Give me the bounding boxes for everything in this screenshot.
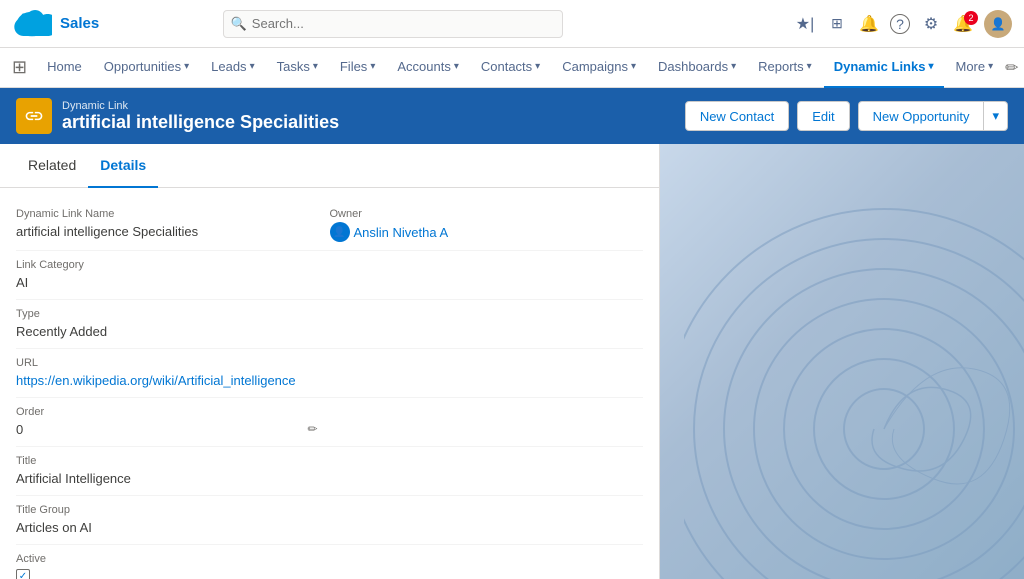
field-value-dynamic-link-name: artificial intelligence Specialities ✏ — [16, 222, 322, 240]
record-header-left: Dynamic Link artificial intelligence Spe… — [16, 98, 339, 134]
new-opportunity-button[interactable]: New Opportunity — [858, 101, 984, 131]
new-contact-button[interactable]: New Contact — [685, 101, 789, 131]
field-label-dynamic-link-name: Dynamic Link Name — [16, 208, 322, 220]
field-value-title-group: Articles on AI ✏ — [16, 518, 322, 536]
chevron-down-icon: ▾ — [535, 61, 540, 72]
notification-count: 2 — [964, 11, 978, 25]
search-input[interactable] — [223, 10, 563, 38]
field-empty-2 — [330, 300, 644, 348]
nav-item-tasks[interactable]: Tasks ▾ — [267, 48, 328, 88]
nav-item-reports[interactable]: Reports ▾ — [748, 48, 822, 88]
field-order: Order 0 ✏ — [16, 398, 330, 446]
search-bar: 🔍 — [223, 10, 563, 38]
field-value-active: ✓ ✏ — [16, 567, 635, 579]
navigation-bar: ⊞ Home Opportunities ▾ Leads ▾ Tasks ▾ F… — [0, 48, 1024, 88]
favorites-icon[interactable]: ★| — [794, 13, 816, 35]
field-active: Active ✓ ✏ — [16, 545, 643, 579]
field-value-link-category: AI ✏ — [16, 273, 322, 291]
tabs-bar: Related Details — [0, 144, 659, 188]
fields-container: Dynamic Link Name artificial intelligenc… — [0, 188, 659, 579]
field-url: URL https://en.wikipedia.org/wiki/Artifi… — [16, 349, 643, 397]
field-label-type: Type — [16, 308, 322, 320]
owner-link[interactable]: Anslin Nivetha A — [354, 225, 449, 240]
edit-icon[interactable]: ✏ — [307, 422, 317, 436]
new-opportunity-dropdown-button[interactable]: ▾ — [983, 101, 1008, 131]
main-content: Related Details Dynamic Link Name artifi… — [0, 144, 1024, 579]
user-avatar-icon[interactable]: 👤 — [984, 10, 1012, 38]
field-value-url: https://en.wikipedia.org/wiki/Artificial… — [16, 371, 635, 389]
chevron-down-icon: ▾ — [250, 61, 255, 72]
nav-item-accounts[interactable]: Accounts ▾ — [387, 48, 469, 88]
field-label-url: URL — [16, 357, 635, 369]
bell-icon[interactable]: 🔔 — [858, 13, 880, 35]
detail-panel: Related Details Dynamic Link Name artifi… — [0, 144, 660, 579]
field-link-category: Link Category AI ✏ — [16, 251, 330, 299]
field-owner: Owner 👤 Anslin Nivetha A — [330, 200, 644, 250]
record-header: Dynamic Link artificial intelligence Spe… — [0, 88, 1024, 144]
nav-item-dynamic-links[interactable]: Dynamic Links ▾ — [824, 48, 944, 88]
field-value-owner: 👤 Anslin Nivetha A — [330, 222, 636, 242]
record-meta: Dynamic Link artificial intelligence Spe… — [62, 100, 339, 133]
help-icon[interactable]: ? — [890, 14, 910, 34]
record-icon — [16, 98, 52, 134]
grid-icon[interactable]: ⊞ — [12, 57, 27, 78]
top-navigation-bar: Sales 🔍 ★| ⊞ 🔔 ? ⚙ 🔔 2 👤 — [0, 0, 1024, 48]
top-icons-group: ★| ⊞ 🔔 ? ⚙ 🔔 2 👤 — [794, 10, 1012, 38]
side-panel — [660, 144, 1024, 579]
fields-grid: Dynamic Link Name artificial intelligenc… — [16, 200, 643, 579]
field-title: Title Artificial Intelligence ✏ — [16, 447, 330, 495]
active-checkbox[interactable]: ✓ — [16, 569, 30, 579]
field-empty-4 — [330, 447, 644, 495]
field-dynamic-link-name: Dynamic Link Name artificial intelligenc… — [16, 200, 330, 250]
field-empty-5 — [330, 496, 644, 544]
record-object-type: Dynamic Link — [62, 100, 339, 112]
waffle-icon[interactable]: ⊞ — [826, 13, 848, 35]
chevron-down-icon: ▾ — [631, 61, 636, 72]
nav-item-opportunities[interactable]: Opportunities ▾ — [94, 48, 199, 88]
field-value-type: Recently Added ✏ — [16, 322, 322, 340]
decorative-swirl — [684, 179, 1024, 579]
field-type: Type Recently Added ✏ — [16, 300, 330, 348]
chevron-down-icon: ▾ — [454, 61, 459, 72]
nav-item-contacts[interactable]: Contacts ▾ — [471, 48, 550, 88]
nav-item-more[interactable]: More ▾ — [946, 48, 1004, 88]
url-link[interactable]: https://en.wikipedia.org/wiki/Artificial… — [16, 373, 296, 388]
nav-item-leads[interactable]: Leads ▾ — [201, 48, 264, 88]
field-empty-1 — [330, 251, 644, 299]
field-value-order: 0 ✏ — [16, 420, 322, 438]
app-name: Sales — [60, 15, 99, 32]
tab-details[interactable]: Details — [88, 144, 158, 188]
tab-related[interactable]: Related — [16, 144, 88, 188]
nav-item-dashboards[interactable]: Dashboards ▾ — [648, 48, 746, 88]
edit-nav-icon[interactable]: ✏ — [1005, 58, 1018, 78]
field-label-owner: Owner — [330, 208, 636, 220]
chevron-down-icon: ▾ — [184, 61, 189, 72]
owner-avatar: 👤 — [330, 222, 350, 242]
field-label-title: Title — [16, 455, 322, 467]
field-label-title-group: Title Group — [16, 504, 322, 516]
chevron-down-icon: ▾ — [731, 61, 736, 72]
setup-icon[interactable]: ⚙ — [920, 13, 942, 35]
chevron-down-icon: ▾ — [370, 61, 375, 72]
notifications-badge-icon[interactable]: 🔔 2 — [952, 13, 974, 35]
field-value-title: Artificial Intelligence ✏ — [16, 469, 322, 487]
nav-item-home[interactable]: Home — [37, 48, 92, 88]
record-header-right: New Contact Edit New Opportunity ▾ — [685, 101, 1008, 131]
chevron-down-icon: ▾ — [928, 61, 933, 72]
search-icon: 🔍 — [231, 16, 247, 32]
chevron-down-icon: ▾ — [313, 61, 318, 72]
edit-button[interactable]: Edit — [797, 101, 849, 131]
record-name: artificial intelligence Specialities — [62, 112, 339, 133]
nav-item-campaigns[interactable]: Campaigns ▾ — [552, 48, 646, 88]
salesforce-logo[interactable] — [12, 4, 52, 44]
field-empty-3 — [330, 398, 644, 446]
field-label-active: Active — [16, 553, 635, 565]
chevron-down-icon: ▾ — [807, 61, 812, 72]
field-title-group: Title Group Articles on AI ✏ — [16, 496, 330, 544]
chevron-down-icon: ▾ — [988, 61, 993, 72]
nav-item-files[interactable]: Files ▾ — [330, 48, 385, 88]
field-label-order: Order — [16, 406, 322, 418]
field-label-link-category: Link Category — [16, 259, 322, 271]
